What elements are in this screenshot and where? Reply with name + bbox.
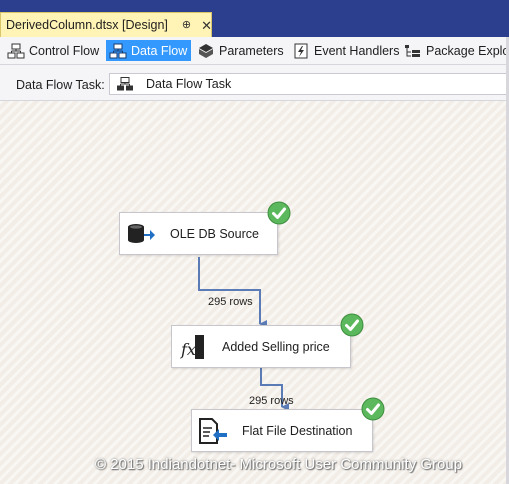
success-check-icon [267,201,291,225]
tab-package-explorer[interactable]: Package Explor [401,40,509,61]
tab-parameters[interactable]: Parameters [194,40,288,61]
tab-label: Control Flow [29,43,100,58]
tab-label: Package Explor [426,43,509,58]
success-check-icon [340,313,364,337]
ole-db-source-component[interactable]: OLE DB Source [119,212,278,255]
data-flow-task-value: Data Flow Task [146,77,232,91]
flat-file-destination-icon [199,417,227,444]
tab-label: Event Handlers [314,43,400,58]
event-handlers-icon [294,43,308,58]
control-flow-icon [7,43,25,58]
designer-tab-bar: Control Flow Data Flow Parameters Event … [0,37,509,65]
copyright-watermark: © 2015 Indiandotnet- Microsoft User Comm… [95,456,463,473]
path-row-count: 295 rows [249,395,294,407]
pin-icon[interactable]: ⊕ [182,19,191,31]
ole-db-source-icon [128,223,155,243]
data-flow-task-dropdown[interactable]: Data Flow Task [109,73,509,95]
document-tab-strip: DerivedColumn.dtsx [Design] ⊕ ✕ [0,0,509,37]
tab-event-handlers[interactable]: Event Handlers [289,40,403,61]
tab-label: Data Flow [131,43,188,58]
path-row-count: 295 rows [208,296,253,308]
data-flow-task-label: Data Flow Task: [16,78,105,92]
parameters-icon [199,43,213,58]
tab-data-flow[interactable]: Data Flow [106,40,192,61]
component-label: Flat File Destination [242,423,353,438]
flat-file-destination-component[interactable]: Flat File Destination [191,409,373,452]
close-icon[interactable]: ✕ [201,19,212,32]
component-label: OLE DB Source [170,226,259,241]
component-label: Added Selling price [222,339,330,354]
task-selector-row: Data Flow Task: Data Flow Task [0,65,509,101]
data-flow-icon [109,43,127,58]
svg-text:fx: fx [180,340,196,359]
derived-column-icon: fx [180,334,204,359]
data-flow-design-surface[interactable]: 295 rows 295 rows OLE DB Source fx Added… [0,101,509,484]
data-path-1[interactable] [198,257,267,328]
success-check-icon [361,397,385,421]
tab-label: Parameters [219,43,284,58]
tab-control-flow[interactable]: Control Flow [4,40,103,61]
derived-column-component[interactable]: fx Added Selling price [171,325,351,368]
document-tab[interactable]: DerivedColumn.dtsx [Design] ⊕ ✕ [0,12,212,37]
data-flow-task-icon [117,77,133,91]
package-explorer-icon [405,44,420,57]
document-tab-title: DerivedColumn.dtsx [Design] [6,18,168,32]
